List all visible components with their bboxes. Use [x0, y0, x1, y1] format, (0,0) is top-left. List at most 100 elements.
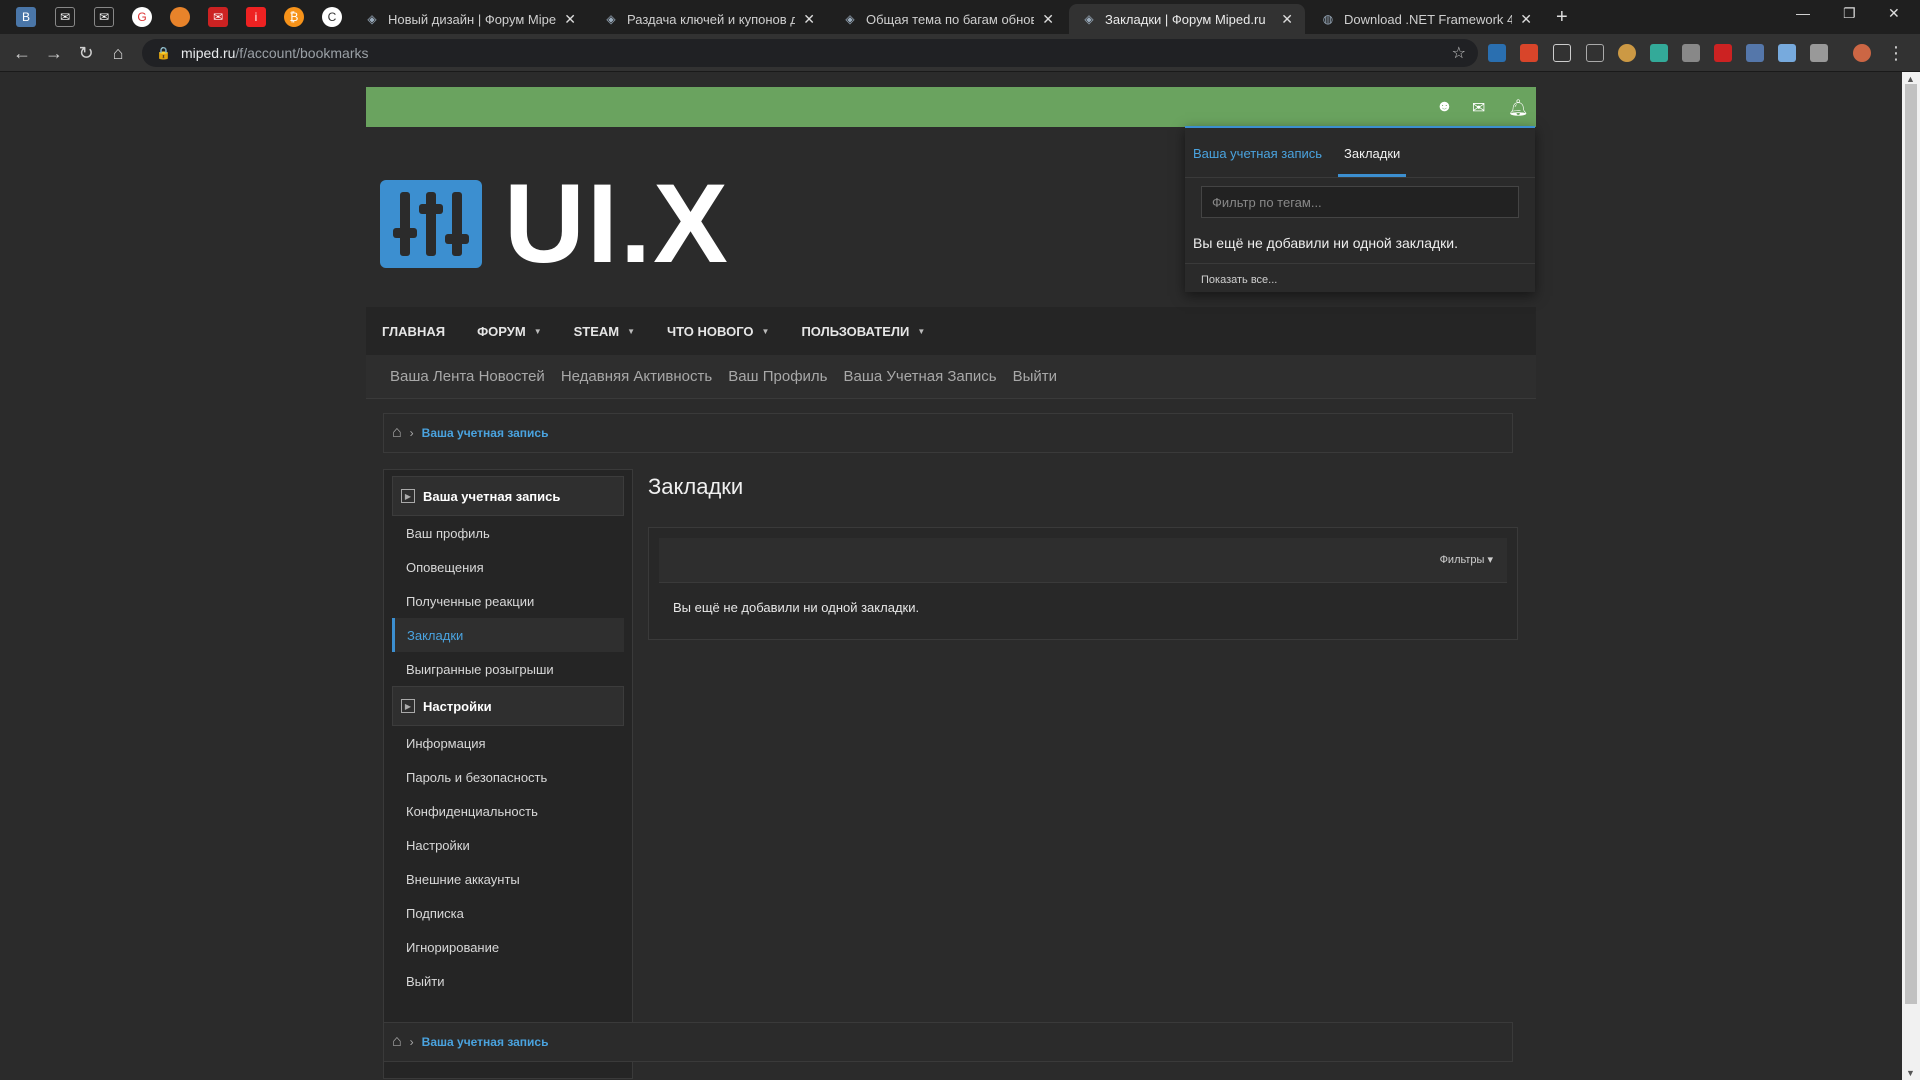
- sidebar-item-security[interactable]: Пароль и безопасность: [392, 760, 624, 794]
- sidebar-item-reactions[interactable]: Полученные реакции: [392, 584, 624, 618]
- bookmark-star-icon[interactable]: ☆: [1452, 43, 1466, 63]
- restore-icon[interactable]: ❐: [1843, 5, 1856, 22]
- red-icon[interactable]: i: [246, 7, 266, 27]
- sidebar-item-ignoring[interactable]: Игнорирование: [392, 930, 624, 964]
- tag-filter-input[interactable]: Фильтр по тегам...: [1201, 186, 1519, 218]
- close-icon[interactable]: ✕: [1520, 11, 1532, 28]
- browser-tab-active[interactable]: ◈ Закладки | Форум Miped.ru ✕: [1069, 4, 1305, 34]
- chevron-right-icon: ›: [409, 426, 414, 440]
- subnav-recent-activity[interactable]: Недавняя Активность: [561, 368, 712, 385]
- mail-icon[interactable]: ✉: [94, 7, 114, 27]
- mail-icon[interactable]: ✉: [55, 7, 75, 27]
- envelope-icon[interactable]: ✉: [1472, 98, 1485, 118]
- nav-label: ПОЛЬЗОВАТЕЛИ: [801, 323, 910, 339]
- google-icon[interactable]: G: [132, 7, 152, 27]
- browser-tab[interactable]: ◈ Раздача ключей и купонов для ✕: [591, 4, 827, 34]
- new-tab-button[interactable]: +: [1556, 6, 1568, 29]
- sub-nav: Ваша Лента Новостей Недавняя Активность …: [366, 355, 1536, 399]
- nav-item-members[interactable]: ПОЛЬЗОВАТЕЛИ ▼: [801, 324, 925, 339]
- bell-icon[interactable]: 🔔︎: [1508, 98, 1528, 118]
- nav-item-whats-new[interactable]: ЧТО НОВОГО ▼: [667, 324, 769, 339]
- nav-item-forum[interactable]: ФОРУМ ▼: [477, 324, 542, 339]
- nav-label: ЧТО НОВОГО: [667, 323, 754, 339]
- filters-dropdown[interactable]: Фильтры ▾: [1440, 553, 1493, 566]
- breadcrumb-link[interactable]: Ваша учетная запись: [422, 1035, 549, 1049]
- scroll-down-icon[interactable]: ▼: [1906, 1068, 1915, 1078]
- forward-icon[interactable]: →: [42, 41, 66, 65]
- browser-tab[interactable]: ◈ Общая тема по багам обновлё ✕: [830, 4, 1066, 34]
- circle-icon[interactable]: C: [322, 7, 342, 27]
- scrollbar-thumb[interactable]: [1905, 84, 1917, 1004]
- sidebar-item-info[interactable]: Информация: [392, 726, 624, 760]
- sidebar-item-alerts[interactable]: Оповещения: [392, 550, 624, 584]
- home-icon[interactable]: ⌂: [392, 424, 402, 442]
- extension-icon[interactable]: [1682, 44, 1700, 62]
- logo-text: UI.X: [504, 161, 730, 286]
- close-icon[interactable]: ✕: [803, 11, 815, 28]
- subnav-logout[interactable]: Выйти: [1013, 368, 1057, 385]
- sidebar-item-giveaways[interactable]: Выигранные розыгрыши: [392, 652, 624, 686]
- close-icon[interactable]: ✕: [564, 11, 576, 28]
- shield-icon: ◈: [1084, 12, 1094, 26]
- page-scrollbar[interactable]: ▲ ▼: [1902, 72, 1920, 1080]
- subnav-account[interactable]: Ваша Учетная Запись: [844, 368, 997, 385]
- avatar[interactable]: ☻: [1436, 98, 1453, 116]
- vk-icon[interactable]: В: [16, 7, 36, 27]
- forum-topbar: ☻ ✉ 🔔︎: [366, 87, 1536, 127]
- sidebar-item-preferences[interactable]: Настройки: [392, 828, 624, 862]
- home-icon[interactable]: ⌂: [106, 41, 130, 65]
- caret-down-icon: ▼: [627, 326, 636, 336]
- extension-icon[interactable]: [1520, 44, 1538, 62]
- sidebar-item-following[interactable]: Подписка: [392, 896, 624, 930]
- shield-icon: ◈: [606, 12, 616, 26]
- extension-icon[interactable]: [1488, 44, 1506, 62]
- browser-tab[interactable]: ◍ Download .NET Framework 4.7.1 ✕: [1308, 4, 1544, 34]
- extension-icon[interactable]: [1650, 44, 1668, 62]
- popup-tab-bookmarks[interactable]: Закладки: [1338, 146, 1407, 177]
- close-window-icon[interactable]: ✕: [1888, 5, 1900, 22]
- subnav-profile[interactable]: Ваш Профиль: [728, 368, 827, 385]
- empty-message: Вы ещё не добавили ни одной закладки.: [673, 600, 920, 615]
- menu-icon[interactable]: ⋮: [1884, 41, 1908, 65]
- extension-icon[interactable]: [1553, 44, 1571, 62]
- sidebar-section-settings[interactable]: ▶ Настройки: [392, 686, 624, 726]
- site-logo[interactable]: UI.X: [380, 168, 730, 280]
- extension-icon[interactable]: [1810, 44, 1828, 62]
- sidebar-item-logout[interactable]: Выйти: [392, 964, 624, 998]
- extension-icon[interactable]: [1778, 44, 1796, 62]
- profile-avatar[interactable]: [1853, 44, 1871, 62]
- scroll-up-icon[interactable]: ▲: [1906, 74, 1915, 84]
- shield-icon: ◈: [367, 12, 377, 26]
- sidebar-item-privacy[interactable]: Конфиденциальность: [392, 794, 624, 828]
- nav-item-home[interactable]: ГЛАВНАЯ: [382, 324, 445, 339]
- sidebar-section-account[interactable]: ▶ Ваша учетная запись: [392, 476, 624, 516]
- minimize-icon[interactable]: —: [1796, 5, 1810, 21]
- sidebar-section-title: Ваша учетная запись: [423, 488, 561, 504]
- extension-icon[interactable]: [1618, 44, 1636, 62]
- reload-icon[interactable]: ↻: [74, 41, 98, 65]
- page-title: Закладки: [648, 474, 744, 499]
- close-icon[interactable]: ✕: [1042, 11, 1054, 28]
- extension-icon[interactable]: [1586, 44, 1604, 62]
- mail-icon[interactable]: ✉: [208, 7, 228, 27]
- nav-item-steam[interactable]: STEAM ▼: [574, 324, 635, 339]
- address-bar[interactable]: 🔒 miped.ru/f/account/bookmarks ☆: [142, 39, 1478, 67]
- sliders-icon: [380, 180, 482, 268]
- extension-icon[interactable]: [1714, 44, 1732, 62]
- sidebar-item-profile[interactable]: Ваш профиль: [392, 516, 624, 550]
- sidebar-item-bookmarks[interactable]: Закладки: [392, 618, 624, 652]
- bitcoin-icon[interactable]: ₿: [284, 7, 304, 27]
- popup-tab-account[interactable]: Ваша учетная запись: [1193, 146, 1322, 177]
- back-icon[interactable]: ←: [10, 41, 34, 65]
- bookmarks-block: Фильтры ▾ Вы ещё не добавили ни одной за…: [648, 527, 1518, 640]
- home-icon[interactable]: ⌂: [392, 1033, 402, 1051]
- show-all-link[interactable]: Показать все...: [1185, 263, 1535, 294]
- tab-title: Новый дизайн | Форум Miped.ru: [388, 11, 557, 27]
- sidebar-item-connected-accounts[interactable]: Внешние аккаунты: [392, 862, 624, 896]
- extension-icon[interactable]: [1746, 44, 1764, 62]
- subnav-news-feed[interactable]: Ваша Лента Новостей: [390, 368, 545, 385]
- close-icon[interactable]: ✕: [1281, 11, 1293, 28]
- breadcrumb-link[interactable]: Ваша учетная запись: [422, 426, 549, 440]
- browser-tab[interactable]: ◈ Новый дизайн | Форум Miped.ru ✕: [352, 4, 588, 34]
- ext-icon[interactable]: [170, 7, 190, 27]
